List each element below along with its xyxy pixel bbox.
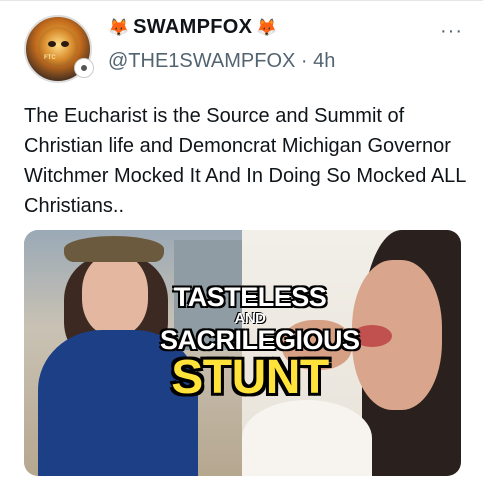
- verified-badge-icon: [74, 58, 94, 78]
- display-name[interactable]: SWAMPFOX: [133, 16, 252, 39]
- handle[interactable]: @THE1SWAMPFOX: [108, 50, 295, 72]
- separator: ·: [295, 50, 314, 72]
- fox-icon: 🦊: [108, 17, 130, 37]
- more-options-icon[interactable]: ···: [440, 20, 463, 43]
- post-text: The Eucharist is the Source and Summit o…: [24, 105, 466, 217]
- media-caption: Tasteless and Sacrilegious Stunt: [160, 284, 360, 404]
- avatar-eye-left: [48, 41, 56, 47]
- author-name-row[interactable]: 🦊 SWAMPFOX 🦊: [108, 16, 277, 39]
- caption-line1: Tasteless: [173, 282, 327, 312]
- avatar-eye-right: [61, 41, 69, 47]
- caption-line1-row: Tasteless and: [160, 284, 340, 327]
- caption-line3: Stunt: [171, 351, 329, 404]
- handle-row: @THE1SWAMPFOX · 4h: [108, 50, 335, 73]
- fox-icon: 🦊: [256, 17, 278, 37]
- top-divider: [0, 0, 483, 1]
- avatar-text: FTC: [44, 55, 56, 61]
- media-image[interactable]: Tasteless and Sacrilegious Stunt: [24, 230, 461, 476]
- caption-line2: Sacrilegious: [160, 325, 360, 355]
- avatar-mask: [38, 27, 78, 67]
- timestamp[interactable]: 4h: [313, 50, 335, 72]
